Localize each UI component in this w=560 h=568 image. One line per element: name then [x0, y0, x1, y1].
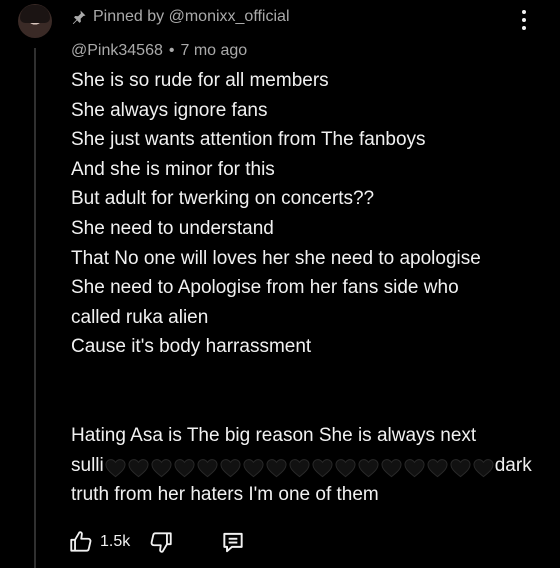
comment-line: And she is minor for this	[71, 158, 275, 180]
comment-text-start: sulli	[71, 454, 104, 476]
comment-actions: 1.5k	[68, 527, 246, 557]
black-heart-emoji	[105, 458, 126, 477]
black-heart-emoji	[197, 458, 218, 477]
black-hearts-emoji	[104, 453, 495, 483]
reply-icon	[223, 532, 243, 553]
like-button[interactable]: 1.5k	[68, 529, 130, 555]
black-heart-emoji	[404, 458, 425, 477]
black-heart-emoji	[381, 458, 402, 477]
black-heart-emoji	[174, 458, 195, 477]
comment-line: called ruka alien	[71, 306, 209, 328]
comment-line: She need to understand	[71, 217, 274, 239]
thumbs-down-icon	[150, 532, 172, 553]
comment-text-end: dark	[494, 454, 532, 476]
avatar-hair	[20, 5, 50, 23]
black-heart-emoji	[312, 458, 333, 477]
black-heart-emoji	[358, 458, 379, 477]
dislike-button[interactable]	[148, 529, 174, 555]
comment-line: truth from her haters I'm one of them	[71, 484, 379, 506]
more-dot	[522, 18, 526, 22]
comment-line: That No one will loves her she need to a…	[71, 247, 481, 269]
pinned-label: Pinned by @monixx_official	[71, 6, 290, 28]
black-heart-emoji	[243, 458, 264, 477]
more-dot	[522, 26, 526, 30]
black-heart-emoji	[450, 458, 471, 477]
black-heart-emoji	[128, 458, 149, 477]
comment-timestamp[interactable]: 7 mo ago	[180, 42, 247, 60]
more-vert-icon	[522, 10, 526, 14]
black-heart-emoji	[151, 458, 172, 477]
comment-meta: @Pink34568 • 7 mo ago	[71, 40, 247, 62]
meta-separator: •	[168, 42, 175, 59]
black-heart-emoji	[335, 458, 356, 477]
avatar[interactable]	[18, 4, 52, 38]
author-handle[interactable]: @Pink34568	[71, 42, 163, 60]
pinned-text: Pinned by @monixx_official	[93, 8, 290, 25]
black-heart-emoji	[289, 458, 310, 477]
black-heart-emoji	[473, 458, 494, 477]
thumbs-up-icon	[70, 531, 92, 552]
like-count: 1.5k	[100, 533, 131, 550]
comment-line-hearts: sulli dark	[71, 451, 532, 483]
comment-line: Cause it's body harrassment	[71, 336, 312, 358]
comment-line: Hating Asa is The big reason She is alwa…	[71, 425, 477, 447]
comment-line: She just wants attention from The fanboy…	[71, 129, 426, 151]
pin-icon	[72, 10, 86, 25]
more-options-button[interactable]	[514, 8, 534, 32]
comment-line: But adult for twerking on concerts??	[71, 188, 375, 210]
black-heart-emoji	[427, 458, 448, 477]
comment-line: She need to Apologise from her fans side…	[71, 277, 459, 299]
comment-line: She always ignore fans	[71, 99, 268, 121]
black-heart-emoji	[266, 458, 287, 477]
comment-line: She is so rude for all members	[71, 70, 329, 91]
black-heart-emoji	[220, 458, 241, 477]
comment-body: She is so rude for all members She alway…	[71, 66, 532, 510]
reply-button[interactable]	[220, 529, 246, 555]
thread-line	[34, 48, 36, 568]
